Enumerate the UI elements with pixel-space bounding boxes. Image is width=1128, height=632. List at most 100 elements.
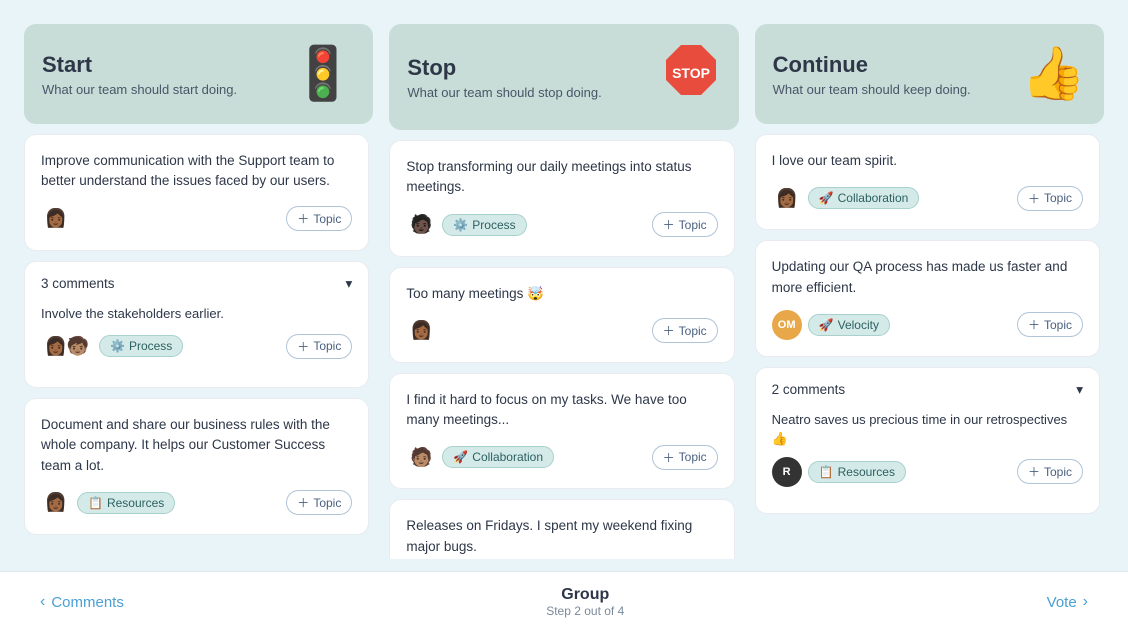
continue-comments-header[interactable]: 2 comments ▾	[772, 382, 1083, 398]
avatar: 🧑🏿	[406, 210, 436, 240]
collaboration-tag[interactable]: 🚀 Collaboration	[808, 187, 920, 209]
avatar: 👩🏾	[406, 316, 436, 346]
velocity-tag[interactable]: 🚀 Velocity	[808, 314, 890, 336]
continue-cards: I love our team spirit. 👩🏾 🚀 Collaborati…	[755, 134, 1104, 559]
comment-left: R 📋 Resources	[772, 457, 906, 487]
resources-label: Resources	[107, 496, 164, 510]
stop-header: Stop What our team should stop doing. ST…	[389, 24, 738, 130]
stop-icon: STOP	[661, 40, 721, 114]
start-card-1-text: Improve communication with the Support t…	[41, 151, 352, 192]
back-button[interactable]: ‹ Comments	[40, 593, 124, 611]
avatar-row: 👩🏾 🧒🏽	[41, 331, 93, 361]
chevron-down-icon: ▾	[1076, 382, 1083, 398]
stop-card-3: I find it hard to focus on my tasks. We …	[389, 373, 734, 490]
start-comments-count: 3 comments	[41, 276, 115, 291]
continue-header-text: Continue What our team should keep doing…	[773, 52, 971, 97]
process-tag[interactable]: ⚙️ Process	[99, 335, 183, 357]
plus-icon: ＋	[1028, 316, 1040, 333]
continue-title: Continue	[773, 52, 971, 78]
stop-card-1: Stop transforming our daily meetings int…	[389, 140, 734, 257]
add-topic-button[interactable]: ＋ Topic	[1017, 312, 1083, 337]
stop-card-2-left: 👩🏾	[406, 316, 436, 346]
svg-text:STOP: STOP	[672, 65, 710, 81]
continue-card-2-left: OM 🚀 Velocity	[772, 310, 890, 340]
start-column: Start What our team should start doing. …	[24, 24, 373, 559]
process-label: Process	[129, 339, 172, 353]
start-card-1-footer: 👩🏾 ＋ Topic	[41, 204, 352, 234]
add-topic-button[interactable]: ＋ Topic	[1017, 459, 1083, 484]
plus-icon: ＋	[663, 216, 675, 233]
plus-icon: ＋	[297, 494, 309, 511]
plus-icon: ＋	[1028, 190, 1040, 207]
stop-subtitle: What our team should stop doing.	[407, 85, 601, 100]
stop-card-4: Releases on Fridays. I spent my weekend …	[389, 499, 734, 559]
velocity-icon: 🚀	[819, 318, 834, 332]
add-topic-button[interactable]: ＋ Topic	[652, 445, 718, 470]
nav-subtitle: Step 2 out of 4	[546, 604, 624, 618]
plus-icon: ＋	[297, 338, 309, 355]
stop-header-text: Stop What our team should stop doing.	[407, 55, 601, 100]
add-topic-button[interactable]: ＋ Topic	[652, 318, 718, 343]
stop-card-2-footer: 👩🏾 ＋ Topic	[406, 316, 717, 346]
avatar-om: OM	[772, 310, 802, 340]
continue-comments-count: 2 comments	[772, 382, 846, 397]
stop-card-3-text: I find it hard to focus on my tasks. We …	[406, 390, 717, 431]
plus-icon: ＋	[663, 449, 675, 466]
continue-card-2: Updating our QA process has made us fast…	[755, 240, 1100, 357]
stop-card-1-footer: 🧑🏿 ⚙️ Process ＋ Topic	[406, 210, 717, 240]
comment-item: Involve the stakeholders earlier. 👩🏾 🧒🏽 …	[41, 304, 352, 362]
collaboration-icon: 🚀	[819, 191, 834, 205]
process-tag[interactable]: ⚙️ Process	[442, 214, 526, 236]
start-title: Start	[42, 52, 237, 78]
forward-button[interactable]: Vote ›	[1047, 593, 1088, 611]
add-topic-button[interactable]: ＋ Topic	[286, 490, 352, 515]
start-comments-header[interactable]: 3 comments ▾	[41, 276, 352, 292]
chevron-right-icon: ›	[1083, 593, 1088, 611]
start-subtitle: What our team should start doing.	[42, 82, 237, 97]
start-card-1: Improve communication with the Support t…	[24, 134, 369, 251]
process-icon: ⚙️	[110, 339, 125, 353]
continue-card-2-footer: OM 🚀 Velocity ＋ Topic	[772, 310, 1083, 340]
plus-icon: ＋	[1028, 463, 1040, 480]
start-card-2-text: Document and share our business rules wi…	[41, 415, 352, 476]
continue-header: Continue What our team should keep doing…	[755, 24, 1104, 124]
resources-tag[interactable]: 📋 Resources	[77, 492, 175, 514]
comment-footer: 👩🏾 🧒🏽 ⚙️ Process ＋ Topic	[41, 331, 352, 361]
nav-center: Group Step 2 out of 4	[546, 586, 624, 618]
avatar: 👩🏾	[41, 488, 71, 518]
resources-label: Resources	[838, 465, 895, 479]
continue-card-1-text: I love our team spirit.	[772, 151, 1083, 171]
add-topic-button[interactable]: ＋ Topic	[652, 212, 718, 237]
start-icon: 🚦	[291, 48, 356, 100]
start-card-2-avatars: 👩🏾 📋 Resources	[41, 488, 175, 518]
stop-card-2: Too many meetings 🤯 👩🏾 ＋ Topic	[389, 267, 734, 363]
start-comments-card: 3 comments ▾ Involve the stakeholders ea…	[24, 261, 369, 389]
avatar: 🧒🏽	[63, 331, 93, 361]
comment-text: Involve the stakeholders earlier.	[41, 304, 352, 324]
collaboration-label: Collaboration	[472, 450, 543, 464]
resources-icon: 📋	[88, 496, 103, 510]
collaboration-tag[interactable]: 🚀 Collaboration	[442, 446, 554, 468]
comment-avatars: 👩🏾 🧒🏽 ⚙️ Process	[41, 331, 183, 361]
resources-tag[interactable]: 📋 Resources	[808, 461, 906, 483]
continue-card-1-left: 👩🏾 🚀 Collaboration	[772, 183, 920, 213]
collaboration-icon: 🚀	[453, 450, 468, 464]
nav-title: Group	[546, 586, 624, 604]
continue-column: Continue What our team should keep doing…	[755, 24, 1104, 559]
stop-card-1-text: Stop transforming our daily meetings int…	[406, 157, 717, 198]
back-label: Comments	[51, 594, 124, 611]
stop-column: Stop What our team should stop doing. ST…	[389, 24, 738, 559]
stop-cards: Stop transforming our daily meetings int…	[389, 140, 738, 559]
add-topic-button[interactable]: ＋ Topic	[1017, 186, 1083, 211]
add-topic-button[interactable]: ＋ Topic	[286, 206, 352, 231]
start-cards: Improve communication with the Support t…	[24, 134, 373, 559]
start-card-1-avatars: 👩🏾	[41, 204, 71, 234]
comment-footer: R 📋 Resources ＋ Topic	[772, 457, 1083, 487]
main-content: Start What our team should start doing. …	[0, 0, 1128, 571]
continue-comments-card: 2 comments ▾ Neatro saves us precious ti…	[755, 367, 1100, 514]
add-topic-button[interactable]: ＋ Topic	[286, 334, 352, 359]
continue-card-2-text: Updating our QA process has made us fast…	[772, 257, 1083, 298]
start-header: Start What our team should start doing. …	[24, 24, 373, 124]
velocity-label: Velocity	[838, 318, 879, 332]
comment-item: Neatro saves us precious time in our ret…	[772, 410, 1083, 487]
